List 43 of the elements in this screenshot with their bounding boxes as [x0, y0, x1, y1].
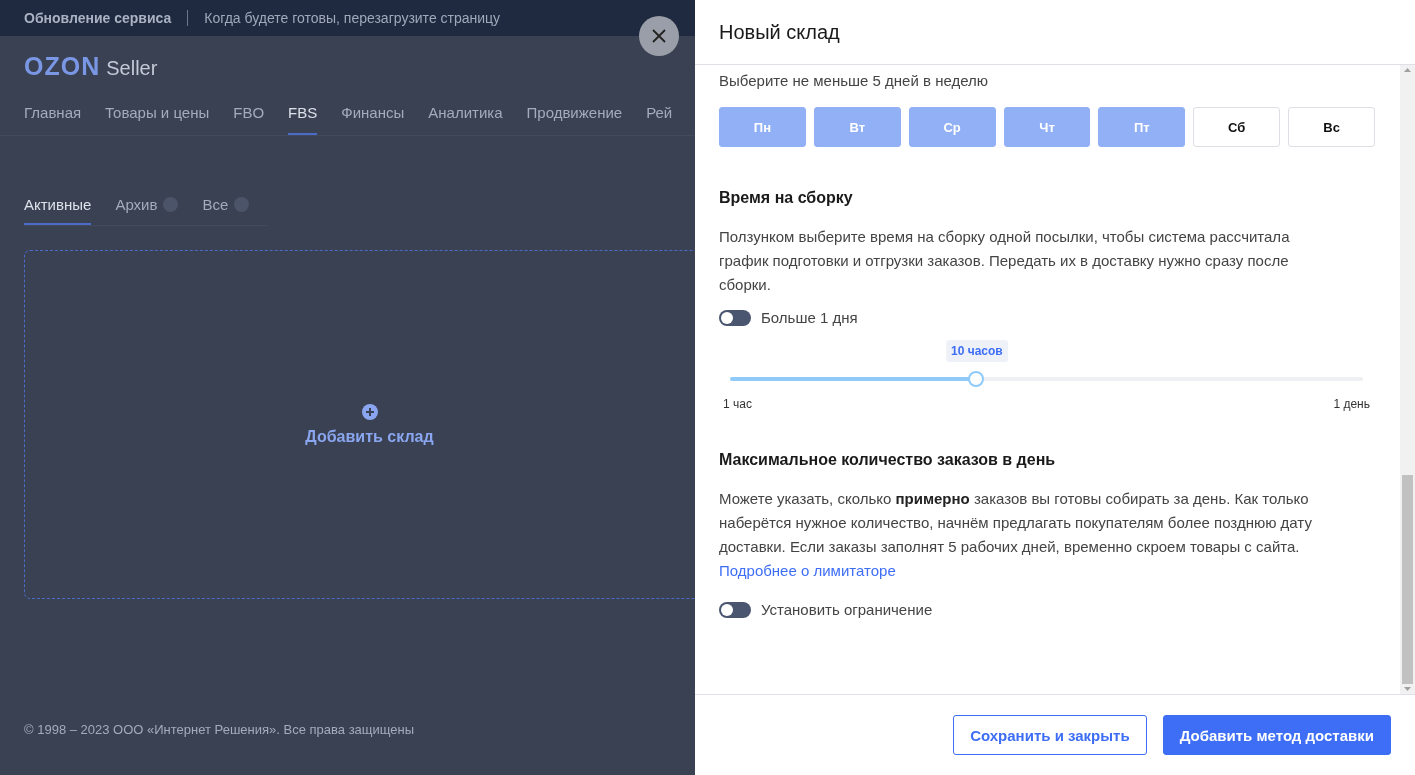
slider-max-label: 1 день — [1333, 397, 1370, 411]
slider-min-label: 1 час — [723, 397, 752, 411]
toggle-switch[interactable] — [719, 309, 751, 326]
secondary-button[interactable]: Сохранить и закрыть — [953, 715, 1147, 755]
primary-button[interactable]: Добавить метод доставки — [1162, 715, 1391, 755]
limiter-link[interactable]: Подробнее о лимитаторе — [719, 559, 896, 583]
banner-message: Когда будете готовы, перезагрузите страницу — [204, 10, 501, 26]
nav-tab[interactable]: FBO — [233, 94, 265, 135]
toggle-switch[interactable] — [719, 601, 751, 618]
nav-tab[interactable]: Рей — [646, 94, 673, 135]
nav-tab[interactable]: Финансы — [341, 94, 405, 135]
scrollbar[interactable] — [1400, 65, 1415, 694]
nav-tab[interactable]: Главная — [24, 94, 82, 135]
status-tab[interactable]: Активные — [24, 190, 92, 225]
copyright-text: © 1998 – 2023 ООО «Интернет Решения». Все права защищены — [24, 722, 416, 737]
section-heading: Максимальное количество заказов в день — [719, 451, 1057, 469]
toggle-label: Больше 1 дня — [761, 309, 858, 326]
slider-value-label: 10 часов — [946, 340, 1008, 362]
add-warehouse-label: Добавить склад — [305, 427, 434, 446]
section-description: Ползунком выберите время на сборку одной посылки, чтобы система рассчитала график подготовки и отгрузки заказов. Передать их в доставку нужно сразу после сборки. — [719, 227, 1291, 295]
section-heading: Время на сборку — [719, 189, 854, 207]
nav-tab[interactable]: Товары и цены — [105, 94, 210, 135]
scrollbar-thumb[interactable] — [1402, 475, 1413, 684]
section-description: Можете указать, сколько примерно заказов вы готовы собирать за день. Как только наберётся нужное количество, начнём предлагать покупателям более позднюю дату доставки. Если заказы заполнят 5 рабочих дней, временно скроем товары с сайта. — [719, 489, 1313, 557]
status-tab[interactable]: Все — [202, 190, 250, 225]
tab-label: Все — [202, 196, 229, 213]
slider-thumb[interactable] — [968, 371, 985, 387]
weekday-toggle[interactable]: Сб — [1193, 107, 1281, 147]
status-tab[interactable]: Архив — [115, 190, 179, 225]
days-hint: Выберите не меньше 5 дней в неделю — [719, 72, 990, 89]
tab-label: Активные — [24, 196, 92, 213]
close-icon — [652, 29, 666, 43]
toggle-label: Установить ограничение — [761, 601, 933, 618]
banner-title: Обновление сервиса — [24, 10, 172, 26]
nav-tab[interactable]: Продвижение — [526, 94, 623, 135]
tab-label: Архив — [115, 196, 158, 213]
logo-brand[interactable]: OZON — [24, 52, 101, 81]
weekday-toggle[interactable]: Вс — [1288, 107, 1375, 147]
plus-circle-icon — [361, 403, 378, 420]
nav-tab[interactable]: Аналитика — [428, 94, 503, 135]
logo-product: Seller — [106, 57, 158, 80]
drawer-title: Новый склад — [719, 20, 840, 44]
nav-tab[interactable]: FBS — [288, 94, 318, 135]
